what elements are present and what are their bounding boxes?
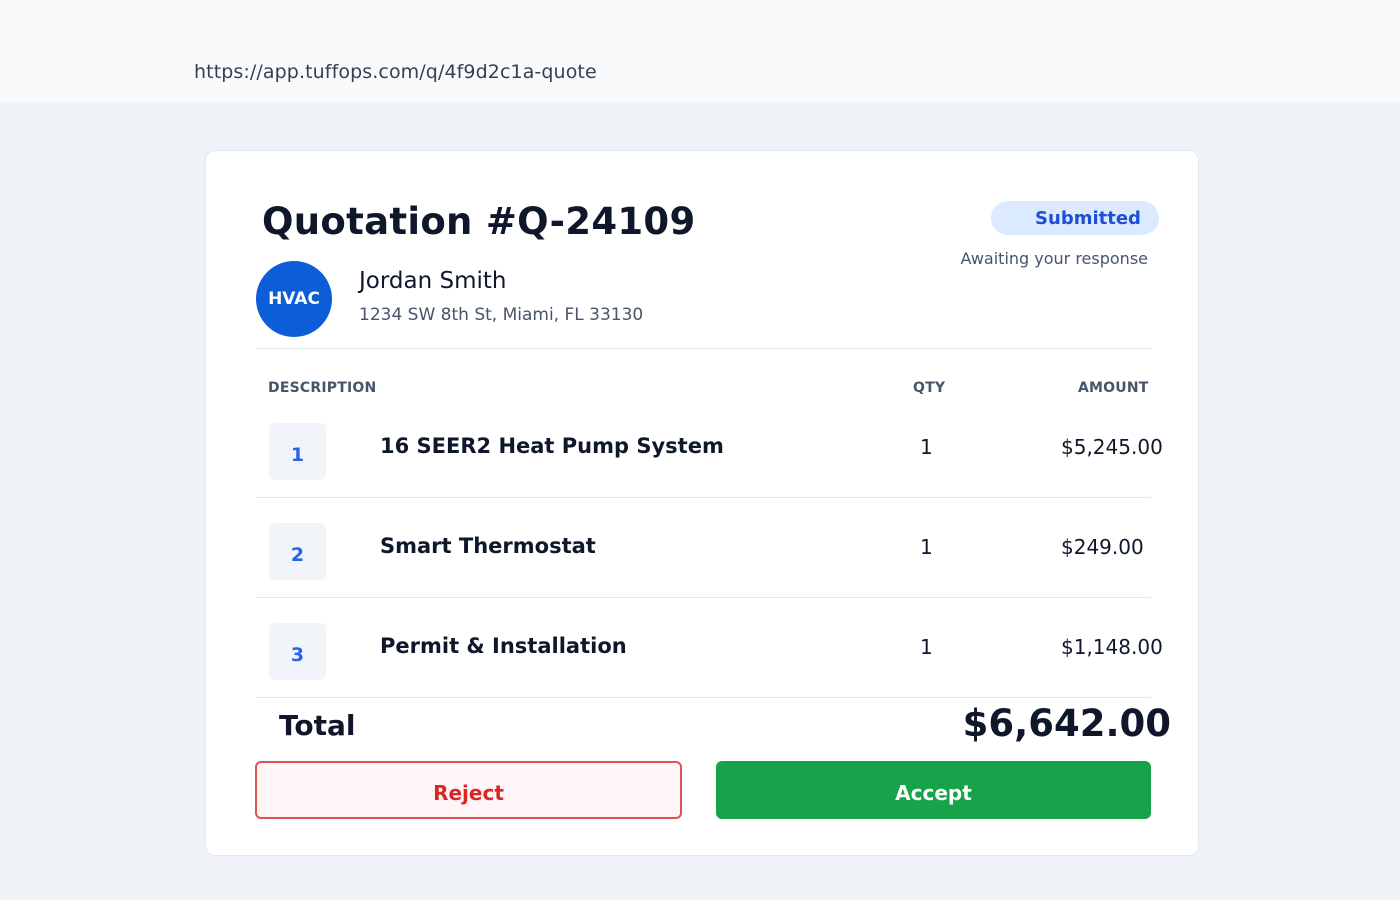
- url-text[interactable]: https://app.tuffops.com/q/4f9d2c1a-quote: [194, 61, 597, 83]
- total-label: Total: [279, 709, 356, 742]
- avatar-text: HVAC: [268, 289, 320, 309]
- avatar: HVAC: [256, 261, 332, 337]
- line-item-qty: 1: [920, 635, 933, 659]
- line-item-qty: 1: [920, 535, 933, 559]
- status-badge: Submitted: [991, 201, 1159, 235]
- accept-button[interactable]: Accept: [716, 761, 1151, 819]
- browser-address-bar[interactable]: https://app.tuffops.com/q/4f9d2c1a-quote: [0, 0, 1400, 102]
- column-header-qty: QTY: [913, 380, 946, 396]
- customer-address: 1234 SW 8th St, Miami, FL 33130: [359, 305, 644, 325]
- line-item-qty: 1: [920, 435, 933, 459]
- header-divider: [256, 348, 1151, 349]
- line-item-number: 3: [269, 623, 326, 680]
- line-item-description: 16 SEER2 Heat Pump System: [380, 434, 724, 458]
- line-item-description: Permit & Installation: [380, 634, 627, 658]
- line-item-amount: $1,148.00: [1061, 635, 1163, 659]
- line-item-amount: $249.00: [1061, 535, 1144, 559]
- line-item-number: 1: [269, 423, 326, 480]
- customer-name: Jordan Smith: [359, 268, 507, 294]
- page-title: Quotation #Q-24109: [262, 200, 696, 243]
- total-value: $6,642.00: [962, 702, 1171, 745]
- quote-card: Quotation #Q-24109 Submitted Awaiting yo…: [205, 150, 1199, 856]
- status-subtext: Awaiting your response: [960, 249, 1148, 268]
- line-item-amount: $5,245.00: [1061, 435, 1163, 459]
- column-header-description: DESCRIPTION: [268, 380, 377, 396]
- line-item-number: 2: [269, 523, 326, 580]
- reject-button[interactable]: Reject: [255, 761, 682, 819]
- row-divider: [256, 497, 1151, 498]
- row-divider: [256, 597, 1151, 598]
- row-divider: [256, 697, 1151, 698]
- line-item-description: Smart Thermostat: [380, 534, 596, 558]
- column-header-amount: AMOUNT: [1078, 380, 1149, 396]
